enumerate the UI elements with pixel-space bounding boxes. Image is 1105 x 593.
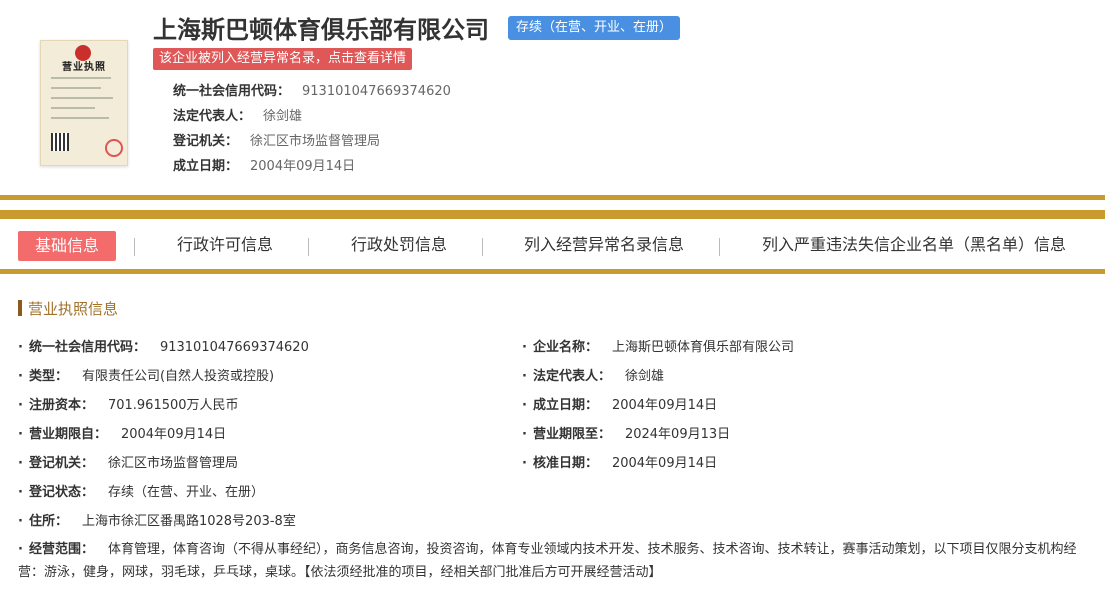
info-value: 徐汇区市场监督管理局: [250, 134, 381, 149]
field-key: 统一社会信用代码：: [28, 340, 146, 355]
company-header: 营业执照 上海斯巴顿体育俱乐部有限公司 存续（在营、开业、在册） 该企业被列入经…: [0, 0, 1105, 195]
field-key: 住所：: [28, 514, 68, 529]
license-line: [51, 107, 95, 109]
field-value: 913101047669374620: [159, 340, 309, 355]
info-value: 913101047669374620: [302, 84, 451, 99]
tab-admin-license[interactable]: 行政许可信息: [177, 229, 273, 265]
tab-basic-info[interactable]: 基础信息: [18, 231, 117, 261]
tab-separator: [308, 238, 309, 256]
field-value: 存续（在营、开业、在册）: [107, 485, 264, 500]
company-name: 上海斯巴顿体育俱乐部有限公司: [153, 16, 489, 44]
info-key: 法定代表人：: [173, 109, 252, 124]
qr-code-icon: [51, 133, 69, 151]
field-value: 体育管理，体育咨询（不得从事经纪），商务信息咨询，投资咨询，体育专业领域内技术开…: [18, 542, 1077, 580]
tabs-bottom-divider: [0, 269, 1105, 274]
tab-blacklist[interactable]: 列入严重违法失信企业名单（黑名单）信息: [762, 229, 1066, 265]
field-term-to: · 营业期限至： 2024年09月13日: [522, 427, 731, 442]
tab-abnormal-list[interactable]: 列入经营异常名录信息: [524, 229, 684, 265]
header-established: 成立日期： 2004年09月14日: [173, 155, 355, 174]
section-title: 营业执照信息: [18, 298, 118, 319]
tab-separator: [134, 238, 135, 256]
abnormal-list-alert-link[interactable]: 该企业被列入经营异常名录，点击查看详情: [153, 48, 413, 70]
field-value: 有限责任公司(自然人投资或控股): [81, 369, 275, 384]
header-credit-code: 统一社会信用代码： 913101047669374620: [173, 80, 451, 99]
field-value: 上海斯巴顿体育俱乐部有限公司: [611, 340, 794, 355]
header-legal-rep: 法定代表人： 徐剑雄: [173, 105, 302, 124]
field-value: 701.961500万人民币: [107, 398, 239, 413]
field-key: 营业期限至：: [532, 427, 611, 442]
field-value: 2004年09月14日: [120, 427, 227, 442]
field-key: 法定代表人：: [532, 369, 611, 384]
license-image-title: 营业执照: [62, 62, 106, 73]
field-value: 徐剑雄: [624, 369, 664, 384]
status-badge: 存续（在营、开业、在册）: [508, 16, 681, 40]
field-status: · 登记状态： 存续（在营、开业、在册）: [18, 485, 264, 500]
field-key: 营业期限自：: [28, 427, 107, 442]
section-title-text: 营业执照信息: [28, 300, 119, 318]
tab-separator: [719, 238, 720, 256]
header-authority: 登记机关： 徐汇区市场监督管理局: [173, 130, 380, 149]
field-key: 成立日期：: [532, 398, 598, 413]
field-term-from: · 营业期限自： 2004年09月14日: [18, 427, 227, 442]
license-line: [51, 117, 109, 119]
field-key: 企业名称：: [532, 340, 598, 355]
field-key: 核准日期：: [532, 456, 598, 471]
field-value: 2024年09月13日: [624, 427, 731, 442]
field-value: 2004年09月14日: [611, 456, 718, 471]
field-key: 注册资本：: [28, 398, 94, 413]
field-key: 类型：: [28, 369, 68, 384]
tab-separator: [482, 238, 483, 256]
info-value: 徐剑雄: [263, 109, 303, 124]
license-line: [51, 77, 111, 79]
official-seal-icon: [105, 139, 123, 157]
field-value: 徐汇区市场监督管理局: [107, 456, 238, 471]
field-business-scope: · 经营范围： 体育管理，体育咨询（不得从事经纪），商务信息咨询，投资咨询，体育专业…: [18, 542, 1077, 580]
section-marker: [18, 300, 22, 316]
field-key: 登记机关：: [28, 456, 94, 471]
field-value: 上海市徐汇区番禺路1028号203-8室: [81, 514, 296, 529]
field-value: 2004年09月14日: [611, 398, 718, 413]
tabs-top-divider: [0, 210, 1105, 219]
business-license-image[interactable]: 营业执照: [40, 40, 128, 166]
field-company-name: · 企业名称： 上海斯巴顿体育俱乐部有限公司: [522, 340, 794, 355]
info-key: 成立日期：: [173, 159, 239, 174]
license-line: [51, 87, 101, 89]
header-divider: [0, 195, 1105, 200]
field-established: · 成立日期： 2004年09月14日: [522, 398, 718, 413]
info-key: 统一社会信用代码：: [173, 84, 291, 99]
field-authority: · 登记机关： 徐汇区市场监督管理局: [18, 456, 238, 471]
field-credit-code: · 统一社会信用代码： 913101047669374620: [18, 340, 309, 355]
field-address: · 住所： 上海市徐汇区番禺路1028号203-8室: [18, 514, 296, 529]
field-capital: · 注册资本： 701.961500万人民币: [18, 398, 239, 413]
field-approval-date: · 核准日期： 2004年09月14日: [522, 456, 718, 471]
license-line: [51, 97, 113, 99]
tab-admin-penalty[interactable]: 行政处罚信息: [351, 229, 447, 265]
field-type: · 类型： 有限责任公司(自然人投资或控股): [18, 369, 275, 384]
field-key: 登记状态：: [28, 485, 94, 500]
info-value: 2004年09月14日: [250, 159, 356, 174]
field-legal-rep: · 法定代表人： 徐剑雄: [522, 369, 664, 384]
info-key: 登记机关：: [173, 134, 239, 149]
field-key: 经营范围：: [28, 542, 94, 557]
tab-bar: 基础信息 行政许可信息 行政处罚信息 列入经营异常名录信息 列入严重违法失信企业…: [0, 229, 1105, 265]
